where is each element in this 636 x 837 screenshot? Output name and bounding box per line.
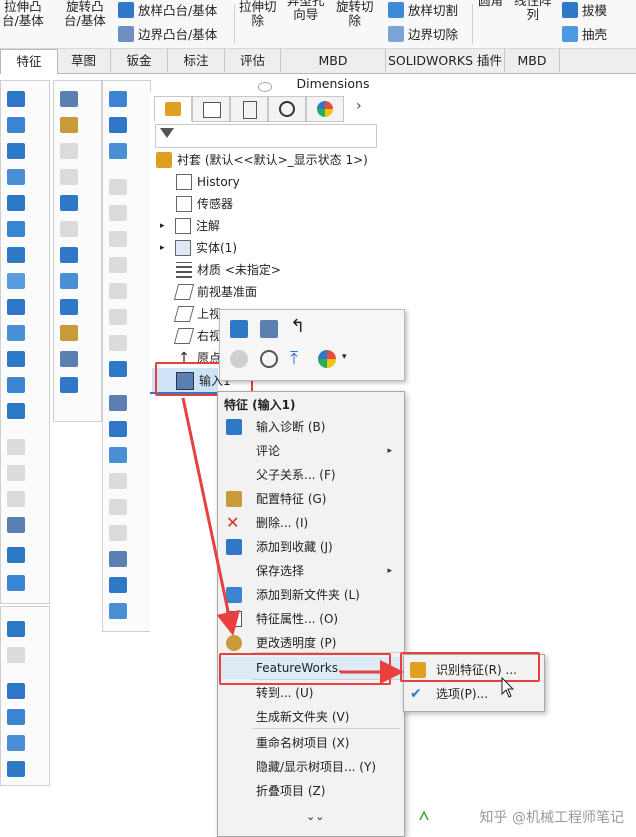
- triad-icon: [419, 810, 429, 821]
- arrow-to-menu: [181, 397, 241, 636]
- annotation-arrows: [181, 397, 515, 821]
- mouse-cursor-icon: [501, 676, 515, 698]
- watermark: 知乎 @机械工程师笔记: [479, 810, 624, 826]
